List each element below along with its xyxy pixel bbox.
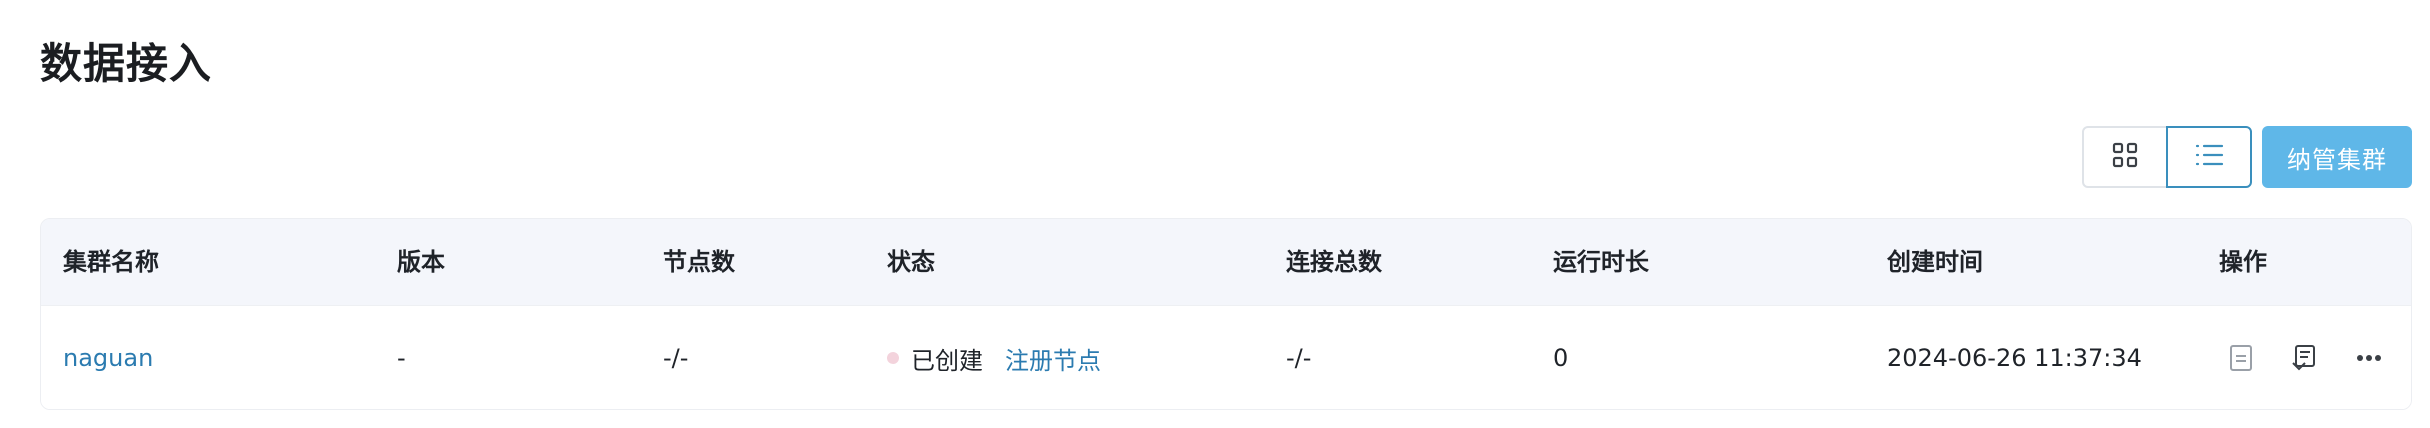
- list-icon: [2194, 142, 2224, 172]
- nodes-cell: -/-: [663, 344, 689, 372]
- toolbar: 纳管集群: [2082, 126, 2412, 188]
- manage-cluster-button[interactable]: 纳管集群: [2262, 126, 2412, 188]
- column-header-version: 版本: [397, 248, 445, 276]
- grid-view-button[interactable]: [2082, 126, 2168, 188]
- table-header: 集群名称 版本 节点数 状态 连接总数 运行时长 创建时间 操作: [41, 219, 2411, 305]
- column-header-cluster-name: 集群名称: [63, 248, 159, 276]
- column-header-status: 状态: [887, 248, 935, 276]
- list-view-button[interactable]: [2166, 126, 2252, 188]
- total-connections-cell: -/-: [1286, 344, 1312, 372]
- page-title: 数据接入: [40, 39, 213, 88]
- status-cell: 已创建 注册节点: [887, 306, 1101, 409]
- status-text: 已创建: [911, 346, 983, 375]
- status-dot: [887, 352, 899, 364]
- table-row: naguan - -/- 已创建 注册节点 -/- 0 2024-06-26 1…: [41, 305, 2411, 409]
- cluster-table: 集群名称 版本 节点数 状态 连接总数 运行时长 创建时间 操作 naguan …: [40, 218, 2412, 410]
- cluster-name-link[interactable]: naguan: [63, 344, 153, 372]
- version-cell: -: [397, 344, 406, 372]
- column-header-total-connections: 连接总数: [1286, 248, 1382, 276]
- grid-icon: [2112, 142, 2138, 172]
- actions-cell: [2219, 306, 2411, 409]
- register-node-icon[interactable]: [2283, 336, 2327, 380]
- document-icon[interactable]: [2219, 336, 2263, 380]
- column-header-created-at: 创建时间: [1887, 248, 1983, 276]
- register-node-link[interactable]: 注册节点: [1005, 341, 1101, 376]
- column-header-nodes: 节点数: [663, 248, 735, 276]
- column-header-actions: 操作: [2219, 248, 2267, 276]
- column-header-uptime: 运行时长: [1553, 248, 1649, 276]
- more-icon[interactable]: [2347, 336, 2391, 380]
- created-at-cell: 2024-06-26 11:37:34: [1887, 344, 2142, 372]
- uptime-cell: 0: [1553, 344, 1569, 372]
